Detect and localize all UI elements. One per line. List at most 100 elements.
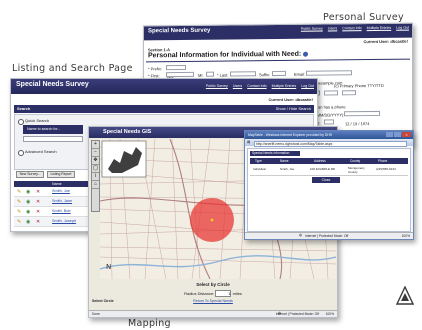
personal-nav-log-out[interactable]: Log Out <box>396 26 409 30</box>
select-by-circle-title: Select by Circle <box>196 282 230 287</box>
table-row[interactable]: Individual Smith, Joe 100 EXAMPLE RD Mon… <box>250 165 408 176</box>
delete-icon[interactable]: ✕ <box>36 209 40 215</box>
listing-nav-public-survey[interactable]: Public Survey <box>206 84 228 88</box>
heading-divider <box>146 58 410 63</box>
quick-search-label: Quick Search <box>25 118 50 123</box>
last-name-field[interactable]: Doe <box>230 71 256 86</box>
popup-section-header: Special Needs Information <box>250 151 300 156</box>
full-extent-icon[interactable]: ⌂ <box>92 181 99 189</box>
listing-nav-multiple-entries[interactable]: Multiple Entries <box>272 84 297 88</box>
table-row: ✎ ◉ ✕ Smith, Joe <box>14 187 92 197</box>
personal-nav: Public Survey Users Contact Info Multipl… <box>297 26 409 31</box>
birth-field[interactable]: 12 / 19 / 1974 <box>344 110 380 126</box>
maximize-icon[interactable] <box>394 132 401 137</box>
show-hide-search-link[interactable]: Show / Hide Search <box>276 106 311 111</box>
email-label: Email: <box>294 71 306 77</box>
listing-nav-log-out[interactable]: Log Out <box>301 84 314 88</box>
personal-app-title: Special Needs Survey <box>148 27 211 35</box>
mi-field[interactable]: A <box>206 71 214 87</box>
return-link[interactable]: Return To Special Needs <box>89 299 337 303</box>
gender-field[interactable]: F <box>324 119 334 135</box>
popup-url[interactable]: http://sneriff-nemo.dghshost.com/Map/Tab… <box>254 140 407 147</box>
caption-personal-survey: Personal Survey <box>323 12 404 23</box>
popup-zoom-level[interactable]: 100% <box>402 234 410 238</box>
popup-title-bar: MapTable - Windows Internet Explorer pro… <box>245 131 413 139</box>
zoom-in-icon[interactable]: + <box>92 141 99 149</box>
col-address: Address <box>314 159 326 163</box>
mapping-status-zone: Internet | Protected Mode: Off <box>275 312 319 316</box>
row-name-link[interactable]: Smith, Joe <box>52 189 70 193</box>
popup-address-bar: ▤ http://sneriff-nemo.dghshost.com/Map/T… <box>245 139 413 147</box>
listing-nav-contact-info[interactable]: Contact Info <box>247 84 266 88</box>
personal-nav-users[interactable]: Users <box>328 26 337 30</box>
personal-nav-public-survey[interactable]: Public Survey <box>301 27 323 31</box>
quick-search-box: Name to search for... <box>23 125 83 134</box>
mapping-zoom-level[interactable]: 100% <box>326 312 334 316</box>
popup-title: MapTable - Windows Internet Explorer pro… <box>248 133 333 137</box>
view-icon[interactable]: ◉ <box>26 209 30 215</box>
birth-value: 12 / 19 / 1974 <box>345 121 370 127</box>
name-search-input[interactable] <box>23 136 83 142</box>
phone-field-2[interactable] <box>324 90 338 96</box>
primary-phone-label: (c) Primary Phone TTY/TTD <box>334 82 384 89</box>
row-name-link[interactable]: Smith, Bob <box>52 209 71 213</box>
cell-type: Individual <box>253 167 266 171</box>
popup-status-bar: ◍ Internet | Protected Mode: Off 100% <box>245 232 413 239</box>
col-name-header[interactable]: Name <box>52 182 62 186</box>
select-icon[interactable]: ◯ <box>92 165 99 173</box>
zoom-out-icon[interactable]: − <box>92 149 99 157</box>
delete-icon[interactable]: ✕ <box>36 199 40 205</box>
last-label: * Last: <box>217 72 229 78</box>
col-county: County <box>350 159 361 163</box>
personal-header-bar: Special Needs Survey Public Survey Users… <box>144 23 412 41</box>
view-icon[interactable]: ◉ <box>26 219 30 225</box>
delete-icon[interactable]: ✕ <box>36 189 40 195</box>
popup-close-button[interactable]: Close <box>312 177 340 183</box>
advanced-search-radio[interactable] <box>18 150 24 156</box>
edit-icon[interactable]: ✎ <box>17 189 21 195</box>
name-search-label: Name to search for... <box>27 127 61 131</box>
suffix-label: Suffix: <box>259 72 271 78</box>
table-row: ✎ ◉ ✕ Smith, Bob <box>14 207 92 217</box>
suffix-field[interactable] <box>272 70 286 77</box>
edit-icon[interactable]: ✎ <box>17 209 21 215</box>
new-survey-button[interactable]: New Survey... <box>16 171 44 178</box>
maptable-popup-window: MapTable - Windows Internet Explorer pro… <box>244 130 414 240</box>
first-name-field[interactable]: Jane <box>166 71 194 87</box>
shield-icon: ◍ <box>299 233 302 237</box>
row-name-link[interactable]: Smith, Jane <box>52 199 72 203</box>
identify-icon[interactable]: i <box>92 173 99 181</box>
pan-icon[interactable]: ✥ <box>92 157 99 165</box>
view-icon[interactable]: ◉ <box>26 199 30 205</box>
triangle-logo-icon <box>395 285 415 305</box>
listing-nav-users[interactable]: Users <box>233 84 242 88</box>
mapping-status-done: Done <box>92 312 100 316</box>
close-icon[interactable]: × <box>402 132 411 137</box>
page-icon: ▤ <box>247 140 251 144</box>
personal-nav-contact-info[interactable]: Contact Info <box>342 26 361 30</box>
col-type: Type <box>255 159 262 163</box>
help-icon[interactable] <box>303 51 309 57</box>
svg-text:N: N <box>106 263 111 271</box>
prefix-field[interactable]: Mrs <box>166 64 186 80</box>
edit-icon[interactable]: ✎ <box>17 199 21 205</box>
popup-content: Special Needs Information Type Name Addr… <box>247 148 411 232</box>
edit-icon[interactable]: ✎ <box>17 219 21 225</box>
phone-field-3[interactable] <box>342 90 356 96</box>
popup-table-header: Type Name Address County Phone <box>250 158 408 164</box>
delete-icon[interactable]: ✕ <box>36 219 40 225</box>
minimize-icon[interactable] <box>386 132 393 137</box>
results-table: ✎ ◉ ✕ Smith, Joe ✎ ◉ ✕ Smith, Jane ✎ ◉ ✕… <box>14 187 92 227</box>
radius-input[interactable]: 1 <box>215 290 232 297</box>
personal-nav-multiple-entries[interactable]: Multiple Entries <box>367 26 392 30</box>
listing-nav: Public Survey Users Contact Info Multipl… <box>202 84 314 88</box>
listing-current-user: Current User: dbcastle! <box>268 97 313 102</box>
col-name: Name <box>280 159 289 163</box>
row-name-link[interactable]: Smith, Joseph <box>52 219 76 223</box>
view-icon[interactable]: ◉ <box>26 189 30 195</box>
caption-listing-search: Listing and Search Page <box>12 63 133 74</box>
listing-report-button[interactable]: Listing Report <box>47 171 75 178</box>
map-toolbar: + − ✥ ◯ i ⌂ <box>91 140 100 212</box>
popup-status-zone: Internet | Protected Mode: Off <box>305 234 349 238</box>
email-field[interactable]: jdoe@example.com <box>306 70 352 86</box>
